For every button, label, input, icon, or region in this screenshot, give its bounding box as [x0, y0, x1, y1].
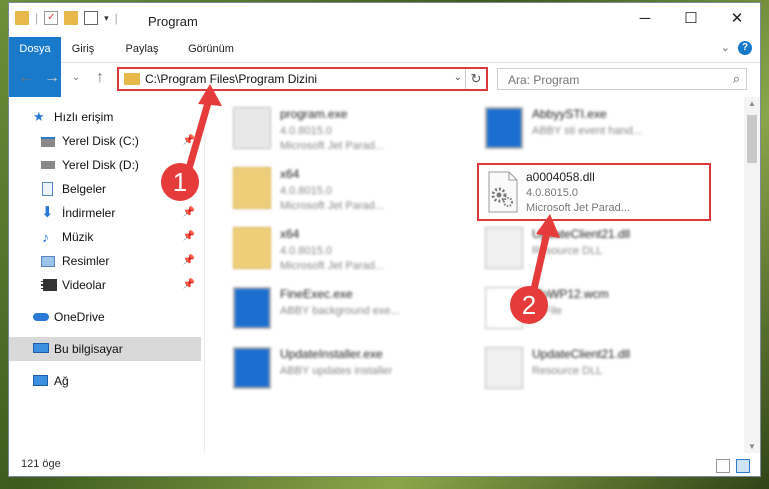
arrowhead-2	[536, 214, 560, 238]
step-badge-2: 2	[510, 286, 548, 324]
annotation-arrows	[184, 84, 560, 302]
arrowhead-1	[198, 84, 222, 106]
step-badge-1: 1	[161, 163, 199, 201]
annotation-arrow-1	[184, 92, 214, 176]
